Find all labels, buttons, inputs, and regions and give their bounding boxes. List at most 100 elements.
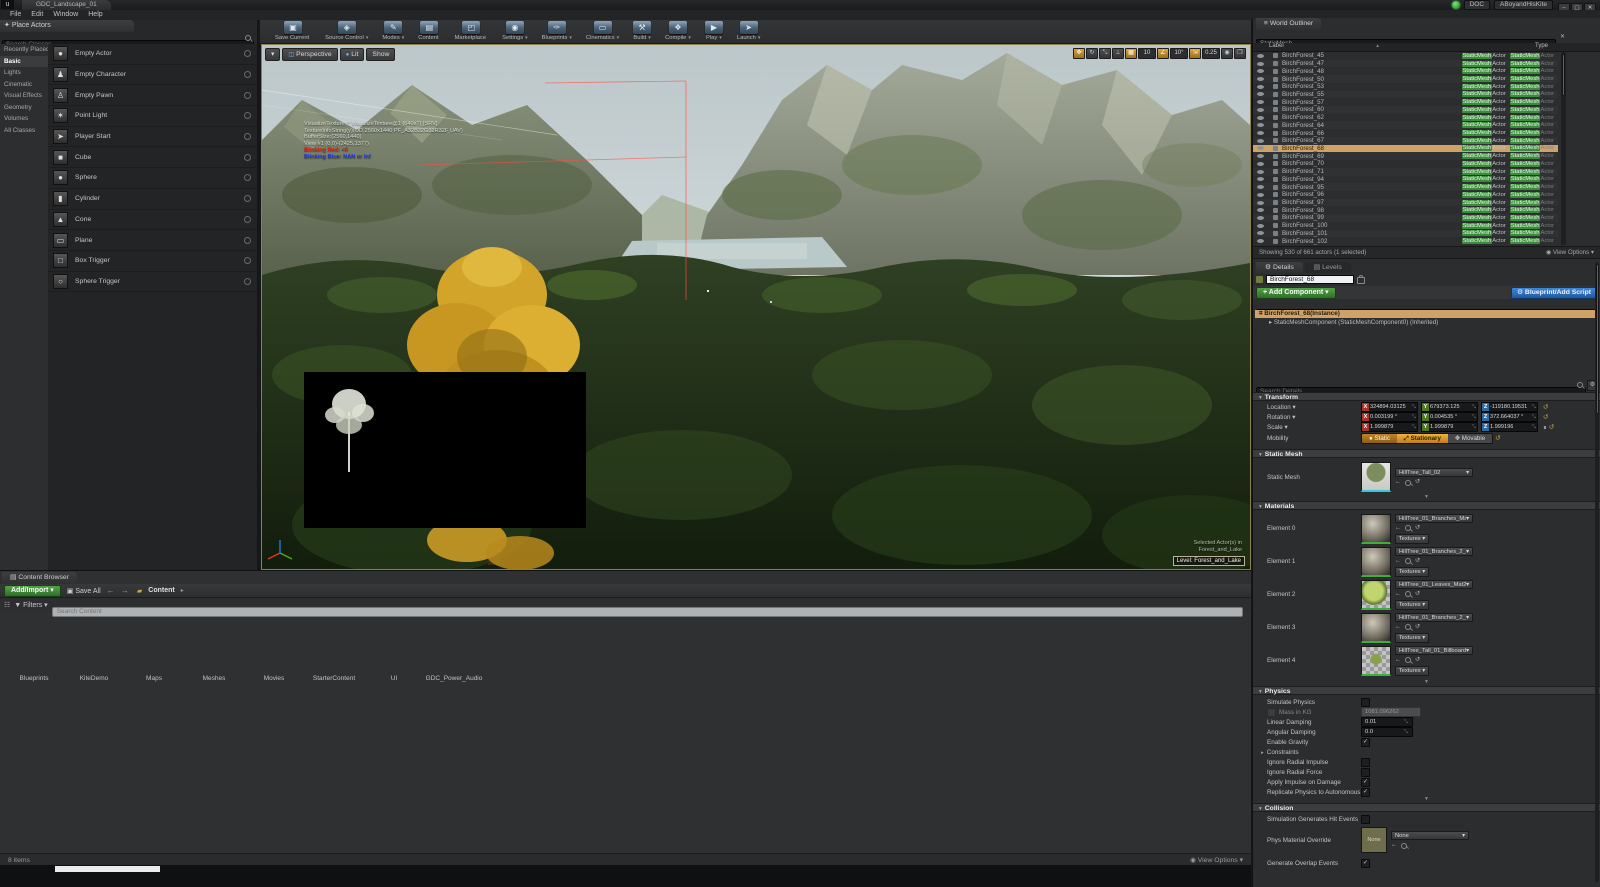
visibility-eye-icon[interactable] xyxy=(1257,201,1264,205)
browse-to-asset-icon[interactable] xyxy=(1401,843,1407,849)
scale-z-field[interactable]: Z1.999196⤡ xyxy=(1481,422,1538,432)
use-selected-asset-icon[interactable]: ← xyxy=(1395,525,1401,532)
visibility-eye-icon[interactable] xyxy=(1257,224,1264,228)
asset-tile[interactable]: GDC_Power_Audio xyxy=(427,613,481,682)
toolbar-button[interactable]: ◰ Marketplace xyxy=(455,21,489,41)
ignore-radial-force-checkbox[interactable] xyxy=(1361,768,1370,777)
outliner-actor-row[interactable]: BirchForest_50 StaticMeshActorStaticMesh… xyxy=(1253,75,1558,83)
rotate-tool-icon[interactable]: ↻ xyxy=(1086,48,1098,59)
browse-to-asset-icon[interactable] xyxy=(1405,624,1411,630)
mode-category[interactable]: Geometry xyxy=(0,102,48,114)
mobility-stationary-option[interactable]: ⤢ Stationary xyxy=(1397,434,1448,443)
lit-button[interactable]: ●Lit xyxy=(340,48,365,61)
material-thumbnail[interactable] xyxy=(1361,613,1391,643)
material-dropdown[interactable]: HillTree_01_Branches_2_Mat▾ xyxy=(1395,547,1473,556)
material-dropdown[interactable]: HillTree_01_Branches_2_Mat▾ xyxy=(1395,613,1473,622)
actor-name-field[interactable] xyxy=(1266,275,1354,284)
doc-badge[interactable]: DOC xyxy=(1464,0,1490,10)
visibility-eye-icon[interactable] xyxy=(1257,177,1264,181)
textures-dropdown-button[interactable]: Textures ▾ xyxy=(1395,633,1429,643)
rotation-label[interactable]: Rotation ▾ xyxy=(1253,414,1361,421)
location-x-field[interactable]: X324894.03125⤡ xyxy=(1361,402,1418,412)
toolbar-button[interactable]: ▤ Content xyxy=(418,21,440,41)
drag-handle-icon[interactable] xyxy=(244,71,251,78)
section-expander-icon[interactable]: ▼ xyxy=(1253,680,1600,685)
world-outliner-tab[interactable]: ≡ World Outliner xyxy=(1256,18,1321,30)
visibility-eye-icon[interactable] xyxy=(1257,85,1264,89)
drag-handle-icon[interactable] xyxy=(244,195,251,202)
scale-y-field[interactable]: Y1.999879⤡ xyxy=(1421,422,1478,432)
grid-snap-value[interactable]: 10 xyxy=(1138,48,1156,59)
add-component-button[interactable]: + Add Component ▾ xyxy=(1256,287,1336,299)
component-child-row[interactable]: ▸ StaticMeshComponent (StaticMeshCompone… xyxy=(1253,319,1600,327)
clear-search-icon[interactable]: ✕ xyxy=(1560,33,1565,40)
use-selected-asset-icon[interactable]: ← xyxy=(1395,591,1401,598)
asset-tile[interactable]: Blueprints xyxy=(7,613,61,682)
placeable-actor-row[interactable]: ▲ Cone xyxy=(48,210,257,231)
content-browser-tab[interactable]: ▤ Content Browser xyxy=(2,572,77,583)
outliner-actor-row[interactable]: BirchForest_47 StaticMeshActorStaticMesh… xyxy=(1253,60,1558,68)
drag-handle-icon[interactable] xyxy=(244,278,251,285)
reset-asset-icon[interactable]: ↺ xyxy=(1415,558,1420,565)
grid-snap-icon[interactable]: ▦ xyxy=(1125,48,1137,59)
material-dropdown[interactable]: HillTree_01_Branches_Mat▾ xyxy=(1395,514,1473,523)
view-options-button[interactable]: ◉ View Options ▾ xyxy=(1190,856,1243,864)
textures-dropdown-button[interactable]: Textures ▾ xyxy=(1395,600,1429,610)
outliner-actor-row[interactable]: BirchForest_96 StaticMeshActorStaticMesh… xyxy=(1253,191,1558,199)
location-label[interactable]: Location ▾ xyxy=(1253,404,1361,411)
visibility-eye-icon[interactable] xyxy=(1257,216,1264,220)
asset-tile[interactable]: Movies xyxy=(247,613,301,682)
outliner-actor-row[interactable]: BirchForest_66 StaticMeshActorStaticMesh… xyxy=(1253,129,1558,137)
asset-tile[interactable]: Maps xyxy=(127,613,181,682)
phys-material-dropdown[interactable]: None▾ xyxy=(1391,831,1469,840)
material-dropdown[interactable]: HillTree_01_Leaves_Mat2▾ xyxy=(1395,580,1473,589)
drag-handle-icon[interactable] xyxy=(244,174,251,181)
sources-panel-icon[interactable]: ☷ xyxy=(4,601,10,609)
scale-snap-icon[interactable]: ⇲ xyxy=(1189,48,1201,59)
browse-to-asset-icon[interactable] xyxy=(1405,591,1411,597)
mode-category[interactable]: Lights xyxy=(0,67,48,79)
textures-dropdown-button[interactable]: Textures ▾ xyxy=(1395,534,1429,544)
visibility-eye-icon[interactable] xyxy=(1257,54,1264,58)
toolbar-button[interactable]: ❖ Compile▾ xyxy=(665,21,691,41)
outliner-actor-row[interactable]: BirchForest_94 StaticMeshActorStaticMesh… xyxy=(1253,176,1558,184)
outliner-actor-row[interactable]: BirchForest_70 StaticMeshActorStaticMesh… xyxy=(1253,160,1558,168)
material-thumbnail[interactable] xyxy=(1361,580,1391,610)
visibility-eye-icon[interactable] xyxy=(1257,69,1264,73)
mode-category[interactable]: Cinematic xyxy=(0,79,48,91)
simulate-physics-checkbox[interactable] xyxy=(1361,698,1370,707)
mass-override-checkbox[interactable] xyxy=(1267,708,1276,717)
material-thumbnail[interactable] xyxy=(1361,646,1391,676)
placeable-actor-row[interactable]: ♟ Empty Character xyxy=(48,65,257,86)
reset-asset-icon[interactable]: ↺ xyxy=(1415,591,1420,598)
outliner-actor-row[interactable]: BirchForest_98 StaticMeshActorStaticMesh… xyxy=(1253,206,1558,214)
tab-details[interactable]: ⚙ Details xyxy=(1256,262,1303,273)
reset-rotation-icon[interactable]: ↺ xyxy=(1543,413,1548,421)
type-column-header[interactable]: Type xyxy=(1535,43,1548,49)
outliner-actor-row[interactable]: BirchForest_67 StaticMeshActorStaticMesh… xyxy=(1253,137,1558,145)
visibility-eye-icon[interactable] xyxy=(1257,154,1264,158)
placeable-actor-row[interactable]: ■ Cube xyxy=(48,147,257,168)
toolbar-button[interactable]: ✎ Modes▾ xyxy=(382,21,404,41)
breadcrumb-caret-icon[interactable]: ▸ xyxy=(181,587,184,594)
browse-to-asset-icon[interactable] xyxy=(1405,558,1411,564)
rotation-x-field[interactable]: X0.003199 °⤡ xyxy=(1361,412,1418,422)
visibility-eye-icon[interactable] xyxy=(1257,131,1264,135)
scale-snap-value[interactable]: 0.25 xyxy=(1202,48,1220,59)
mobility-static-option[interactable]: ● Static xyxy=(1362,434,1397,443)
mode-category[interactable]: Recently Placed xyxy=(0,44,48,56)
visibility-eye-icon[interactable] xyxy=(1257,62,1264,66)
breadcrumb[interactable]: Content xyxy=(148,587,174,594)
section-expander-icon[interactable]: ▼ xyxy=(1253,495,1600,500)
location-z-field[interactable]: Z-119180.19531⤡ xyxy=(1481,402,1538,412)
outliner-actor-row[interactable]: BirchForest_53 StaticMeshActorStaticMesh… xyxy=(1253,83,1558,91)
visibility-eye-icon[interactable] xyxy=(1257,231,1264,235)
toolbar-button[interactable]: ▭ Cinematics▾ xyxy=(586,21,619,41)
drag-handle-icon[interactable] xyxy=(244,112,251,119)
placeable-actor-row[interactable]: □ Box Trigger xyxy=(48,251,257,272)
drag-handle-icon[interactable] xyxy=(244,216,251,223)
linear-damping-field[interactable]: 0.01⤡ xyxy=(1361,717,1413,727)
materials-section-header[interactable]: ▾Materials xyxy=(1253,501,1600,510)
placeable-actor-row[interactable]: ● Sphere xyxy=(48,168,257,189)
outliner-actor-row[interactable]: BirchForest_60 StaticMeshActorStaticMesh… xyxy=(1253,106,1558,114)
